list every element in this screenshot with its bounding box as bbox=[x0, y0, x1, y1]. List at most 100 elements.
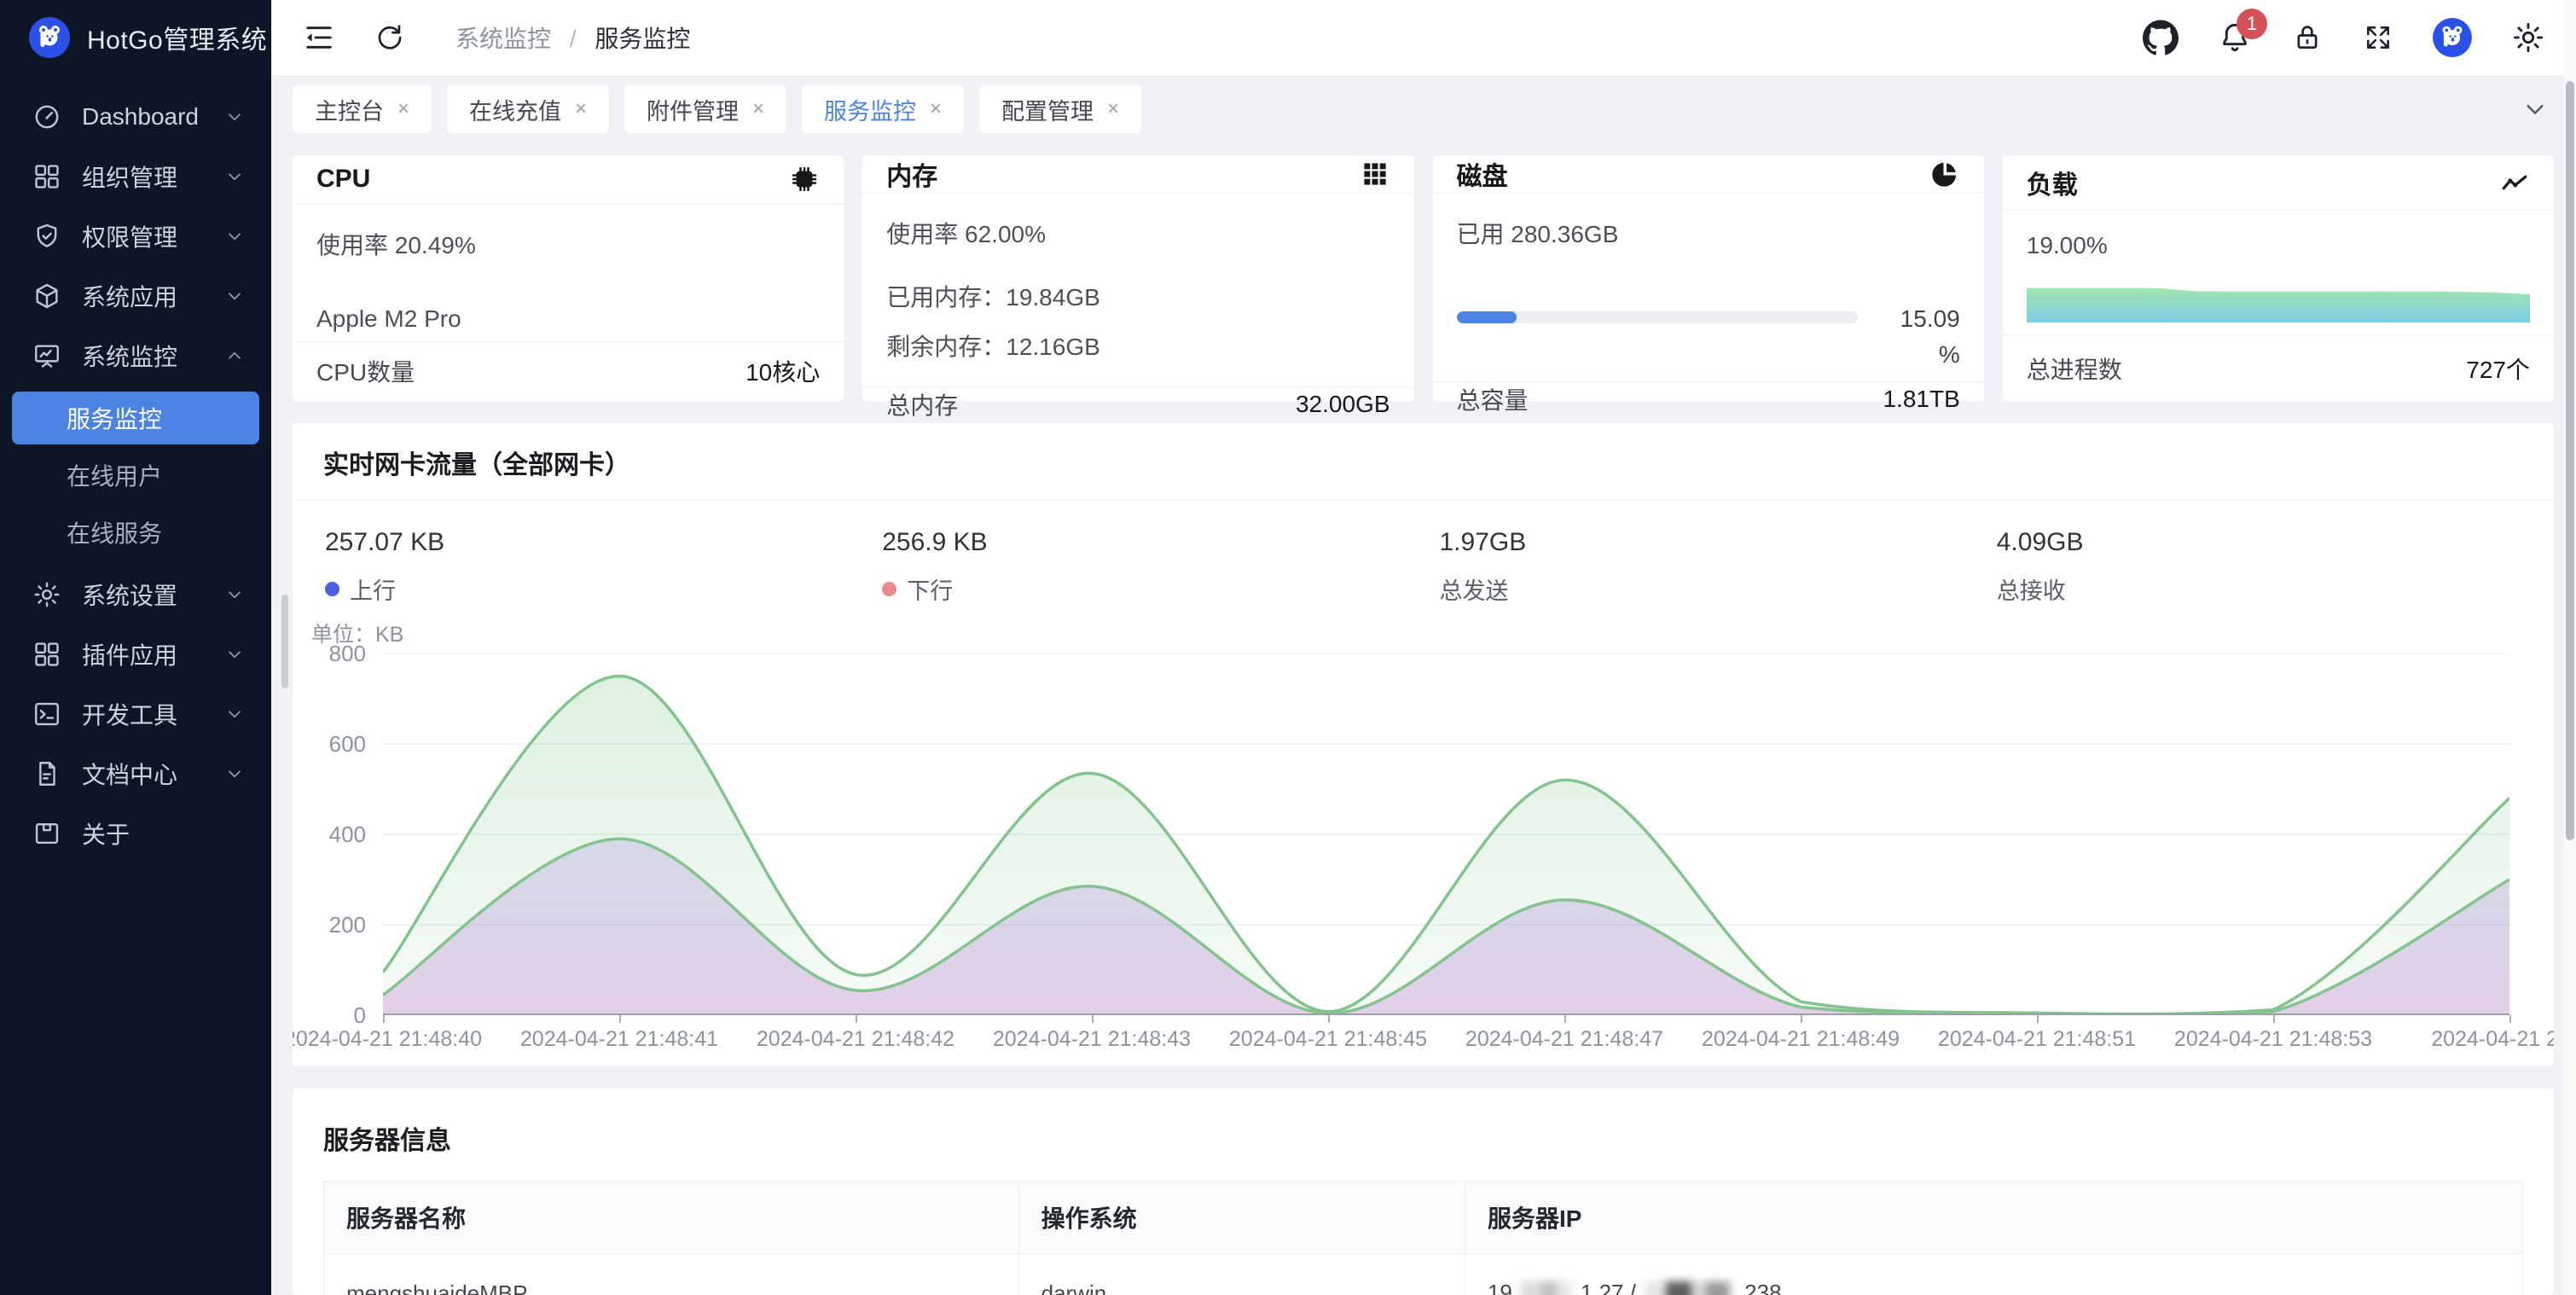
trend-icon bbox=[2499, 167, 2530, 198]
sidebar-item-plugins[interactable]: 插件应用 bbox=[0, 624, 271, 684]
network-traffic-panel: 实时网卡流量（全部网卡） 257.07 KB 上行 256.9 KB 下行 1.… bbox=[293, 423, 2554, 1066]
main-column: 系统监控 / 服务监控 1 主控台 × 在 bbox=[271, 0, 2576, 1295]
chart-x-tick-label: 2024-04-21 21:48:51 bbox=[1938, 1027, 2136, 1052]
chart-y-tick: 600 bbox=[293, 731, 366, 758]
chart-y-tick: 800 bbox=[293, 641, 366, 667]
server-table-column-header: 服务器IP bbox=[1465, 1182, 2522, 1254]
chart-x-tick-mark bbox=[383, 1015, 385, 1023]
settings-button[interactable] bbox=[2511, 20, 2545, 55]
legend-dot bbox=[325, 582, 339, 596]
sidebar-item-label: 系统应用 bbox=[82, 279, 177, 313]
tab-close-icon[interactable]: × bbox=[397, 97, 409, 121]
sidebar-item-dashboard[interactable]: Dashboard bbox=[0, 87, 271, 147]
sidebar-item-settings[interactable]: 系统设置 bbox=[0, 565, 271, 624]
refresh-icon bbox=[374, 21, 406, 54]
sidebar-item-label: 开发工具 bbox=[82, 697, 177, 731]
sidebar-subitem-online-users[interactable]: 在线用户 bbox=[12, 449, 259, 502]
gear-icon bbox=[32, 580, 61, 609]
tab-attachments[interactable]: 附件管理 × bbox=[624, 85, 786, 133]
tab-console[interactable]: 主控台 × bbox=[293, 85, 432, 133]
sidebar-item-monitor[interactable]: 系统监控 bbox=[0, 326, 271, 386]
fullscreen-button[interactable] bbox=[2363, 22, 2393, 53]
traffic-stat-2: 1.97GB 总发送 bbox=[1440, 528, 1997, 606]
collapse-menu-button[interactable] bbox=[302, 20, 336, 55]
cpu-footer-value: 10核心 bbox=[746, 354, 820, 388]
content-scrollbar-thumb[interactable] bbox=[281, 595, 288, 688]
disk-footer-value: 1.81TB bbox=[1883, 386, 1959, 413]
server-table-column-header: 操作系统 bbox=[1018, 1182, 1465, 1254]
load-card-body: 19.00% bbox=[2003, 210, 2554, 334]
chart-y-tick: 0 bbox=[293, 1002, 366, 1029]
server-table: 服务器名称操作系统服务器IP mengshuaideMBP darwin 191… bbox=[323, 1181, 2523, 1295]
stat-label: 下行 bbox=[882, 572, 1439, 606]
tab-service-monitor[interactable]: 服务监控 × bbox=[802, 85, 964, 133]
stat-label: 总接收 bbox=[1997, 572, 2554, 606]
notifications-button[interactable]: 1 bbox=[2218, 20, 2252, 55]
tab-config[interactable]: 配置管理 × bbox=[979, 85, 1141, 133]
notification-badge: 1 bbox=[2237, 9, 2267, 39]
redacted-ip-segment bbox=[1645, 1281, 1730, 1295]
disk-card-header: 磁盘 bbox=[1433, 155, 1984, 194]
app-root: HotGo管理系统 Dashboard 组织管理 权限管理 系统应用 系统监控 bbox=[0, 0, 2576, 1295]
chart-x-tick-mark bbox=[1801, 1015, 1802, 1023]
refresh-button[interactable] bbox=[374, 21, 406, 54]
memory-free: 剩余内存：12.16GB bbox=[886, 328, 1390, 363]
chart-x-tick-label: 2024-04-21 21:48:53 bbox=[2174, 1027, 2372, 1052]
disk-card-body: 已用 280.36GB 15.09 % bbox=[1433, 194, 1984, 381]
sidebar-item-apps[interactable]: 系统应用 bbox=[0, 266, 271, 326]
chart-x-tick-label: 2024-04-21 21:48:40 bbox=[293, 1027, 482, 1052]
server-table-header-row: 服务器名称操作系统服务器IP bbox=[324, 1182, 2523, 1254]
tab-label: 在线充值 bbox=[469, 93, 561, 126]
chart-y-tick: 400 bbox=[293, 822, 366, 848]
tab-recharge[interactable]: 在线充值 × bbox=[447, 85, 609, 133]
sidebar-item-org[interactable]: 组织管理 bbox=[0, 147, 271, 206]
user-avatar[interactable] bbox=[2433, 18, 2472, 57]
stat-label: 总发送 bbox=[1440, 572, 1997, 606]
sidebar-item-about[interactable]: 关于 bbox=[0, 804, 271, 863]
page-scrollbar[interactable] bbox=[2564, 0, 2576, 1295]
disk-used: 已用 280.36GB bbox=[1457, 216, 1960, 250]
memory-icon bbox=[1360, 159, 1390, 189]
chevron-down-icon bbox=[2520, 94, 2550, 125]
chart-x-tick-mark bbox=[2509, 1015, 2511, 1023]
sidebar-subitem-online-services[interactable]: 在线服务 bbox=[12, 506, 259, 559]
tab-close-icon[interactable]: × bbox=[930, 97, 942, 121]
tab-close-icon[interactable]: × bbox=[575, 97, 587, 121]
sidebar-subitem-service-monitor[interactable]: 服务监控 bbox=[12, 392, 259, 444]
app-logo[interactable]: HotGo管理系统 bbox=[0, 0, 271, 75]
cpu-card: CPU 使用率 20.49% Apple M2 Pro CPU数量 10核心 bbox=[293, 155, 844, 401]
chevron-down-icon bbox=[223, 225, 246, 247]
page-scrollbar-thumb[interactable] bbox=[2566, 81, 2574, 840]
chip-icon bbox=[789, 164, 820, 195]
sidebar-item-label: 插件应用 bbox=[82, 637, 177, 671]
sidebar-item-devtools[interactable]: 开发工具 bbox=[0, 684, 271, 744]
tab-close-icon[interactable]: × bbox=[1107, 97, 1119, 121]
document-icon bbox=[32, 759, 61, 788]
traffic-stats-row: 257.07 KB 上行 256.9 KB 下行 1.97GB 总发送 4.09… bbox=[293, 501, 2554, 609]
tab-overflow-button[interactable] bbox=[2520, 94, 2550, 125]
github-button[interactable] bbox=[2143, 20, 2179, 55]
tab-close-icon[interactable]: × bbox=[752, 97, 764, 121]
cube-icon bbox=[32, 282, 61, 311]
stat-label-text: 总发送 bbox=[1440, 572, 1509, 606]
koala-logo bbox=[2433, 18, 2472, 57]
memory-card-header: 内存 bbox=[862, 155, 1413, 194]
sidebar-item-docs[interactable]: 文档中心 bbox=[0, 744, 271, 804]
sidebar-subitem-label: 在线用户 bbox=[67, 458, 162, 492]
chart-x-tick-label: 2024-04-21 21:48:47 bbox=[1465, 1027, 1663, 1052]
chart-x-tick-label: 2024-04-21 21:4 bbox=[2431, 1027, 2554, 1052]
stat-value: 4.09GB bbox=[1997, 528, 2554, 557]
sidebar-item-label: 系统设置 bbox=[82, 578, 177, 612]
chevron-down-icon bbox=[223, 763, 246, 785]
sidebar-nav: Dashboard 组织管理 权限管理 系统应用 系统监控 服务监控 在线用 bbox=[0, 87, 271, 863]
sidebar-item-auth[interactable]: 权限管理 bbox=[0, 206, 271, 266]
chevron-down-icon bbox=[223, 703, 246, 725]
sidebar-item-label: 系统监控 bbox=[82, 339, 177, 373]
chart-x-tick-label: 2024-04-21 21:48:43 bbox=[993, 1027, 1191, 1052]
traffic-chart[interactable]: 单位：KB 0200400600800 bbox=[293, 616, 2554, 1053]
traffic-stat-3: 4.09GB 总接收 bbox=[1997, 528, 2554, 606]
expand-icon bbox=[2363, 22, 2393, 53]
chip-icon bbox=[789, 164, 820, 195]
lock-screen-button[interactable] bbox=[2291, 21, 2324, 54]
chevron-down-icon bbox=[223, 584, 246, 606]
